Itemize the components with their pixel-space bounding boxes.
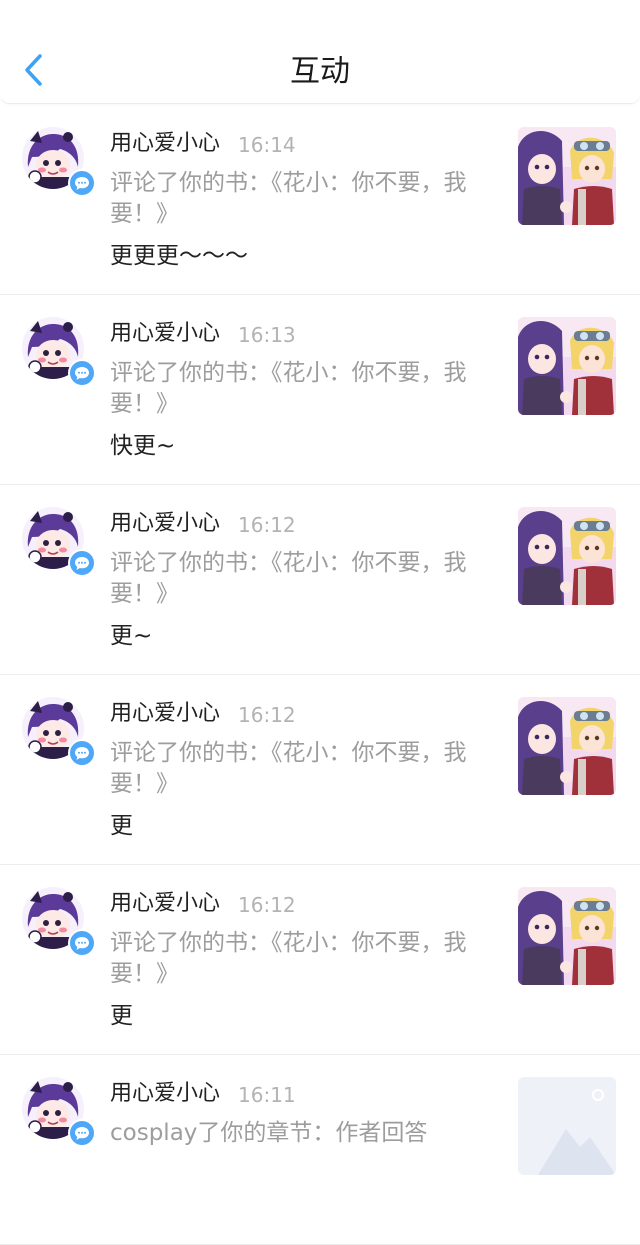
- user-name[interactable]: 用心爱小心: [110, 509, 220, 539]
- book-cover-thumbnail[interactable]: [518, 127, 616, 225]
- book-cover-thumbnail[interactable]: [518, 317, 616, 415]
- activity-description: cosplay了你的章节：作者回答: [110, 1120, 428, 1146]
- timestamp: 16:12: [238, 703, 296, 727]
- comment-bubble-icon: [75, 936, 89, 950]
- comment-badge: [68, 549, 96, 577]
- comment-bubble-icon: [75, 746, 89, 760]
- comment-bubble-icon: [75, 556, 89, 570]
- comment-text: 更~: [110, 623, 153, 649]
- page-title: 互动: [290, 54, 350, 89]
- user-name[interactable]: 用心爱小心: [110, 889, 220, 919]
- activity-description: 评论了你的书：《花小：你不要，我要！》: [110, 930, 467, 987]
- book-cover-image: [518, 317, 616, 415]
- user-name[interactable]: 用心爱小心: [110, 1079, 220, 1109]
- list-item[interactable]: 用心爱小心 16:12 评论了你的书：《花小：你不要，我要！》 更~: [0, 485, 640, 675]
- interaction-list: 用心爱小心 16:14 评论了你的书：《花小：你不要，我要！》 更更更～～～ 用…: [0, 105, 640, 1245]
- activity-description: 评论了你的书：《花小：你不要，我要！》: [110, 360, 467, 417]
- comment-text: 更更更～～～: [110, 243, 248, 269]
- timestamp: 16:11: [238, 1083, 296, 1107]
- comment-text: 快更~: [110, 433, 176, 459]
- book-cover-thumbnail[interactable]: [518, 887, 616, 985]
- user-name[interactable]: 用心爱小心: [110, 129, 220, 159]
- book-cover-image: [518, 887, 616, 985]
- timestamp: 16:14: [238, 133, 296, 157]
- comment-bubble-icon: [75, 1126, 89, 1140]
- list-item[interactable]: 用心爱小心 16:12 评论了你的书：《花小：你不要，我要！》 更: [0, 865, 640, 1055]
- comment-badge: [68, 929, 96, 957]
- comment-bubble-icon: [75, 366, 89, 380]
- activity-description: 评论了你的书：《花小：你不要，我要！》: [110, 740, 467, 797]
- list-item[interactable]: 用心爱小心 16:11 cosplay了你的章节：作者回答: [0, 1055, 640, 1245]
- timestamp: 16:12: [238, 513, 296, 537]
- activity-description: 评论了你的书：《花小：你不要，我要！》: [110, 170, 467, 227]
- comment-badge: [68, 1119, 96, 1147]
- comment-text: 更: [110, 1003, 133, 1029]
- book-cover-thumbnail[interactable]: [518, 697, 616, 795]
- comment-badge: [68, 359, 96, 387]
- comment-badge: [68, 169, 96, 197]
- comment-bubble-icon: [75, 176, 89, 190]
- user-name[interactable]: 用心爱小心: [110, 699, 220, 729]
- list-item[interactable]: 用心爱小心 16:13 评论了你的书：《花小：你不要，我要！》 快更~: [0, 295, 640, 485]
- comment-badge: [68, 739, 96, 767]
- timestamp: 16:12: [238, 893, 296, 917]
- list-item[interactable]: 用心爱小心 16:12 评论了你的书：《花小：你不要，我要！》 更: [0, 675, 640, 865]
- book-cover-thumbnail[interactable]: [518, 1077, 616, 1175]
- book-cover-image: [518, 697, 616, 795]
- activity-description: 评论了你的书：《花小：你不要，我要！》: [110, 550, 467, 607]
- book-cover-image: [518, 507, 616, 605]
- timestamp: 16:13: [238, 323, 296, 347]
- list-item[interactable]: 用心爱小心 16:14 评论了你的书：《花小：你不要，我要！》 更更更～～～: [0, 105, 640, 295]
- top-bar: 互动: [0, 0, 640, 104]
- book-cover-image: [518, 127, 616, 225]
- user-name[interactable]: 用心爱小心: [110, 319, 220, 349]
- book-cover-thumbnail[interactable]: [518, 507, 616, 605]
- comment-text: 更: [110, 813, 133, 839]
- placeholder-cover-image: [518, 1077, 616, 1175]
